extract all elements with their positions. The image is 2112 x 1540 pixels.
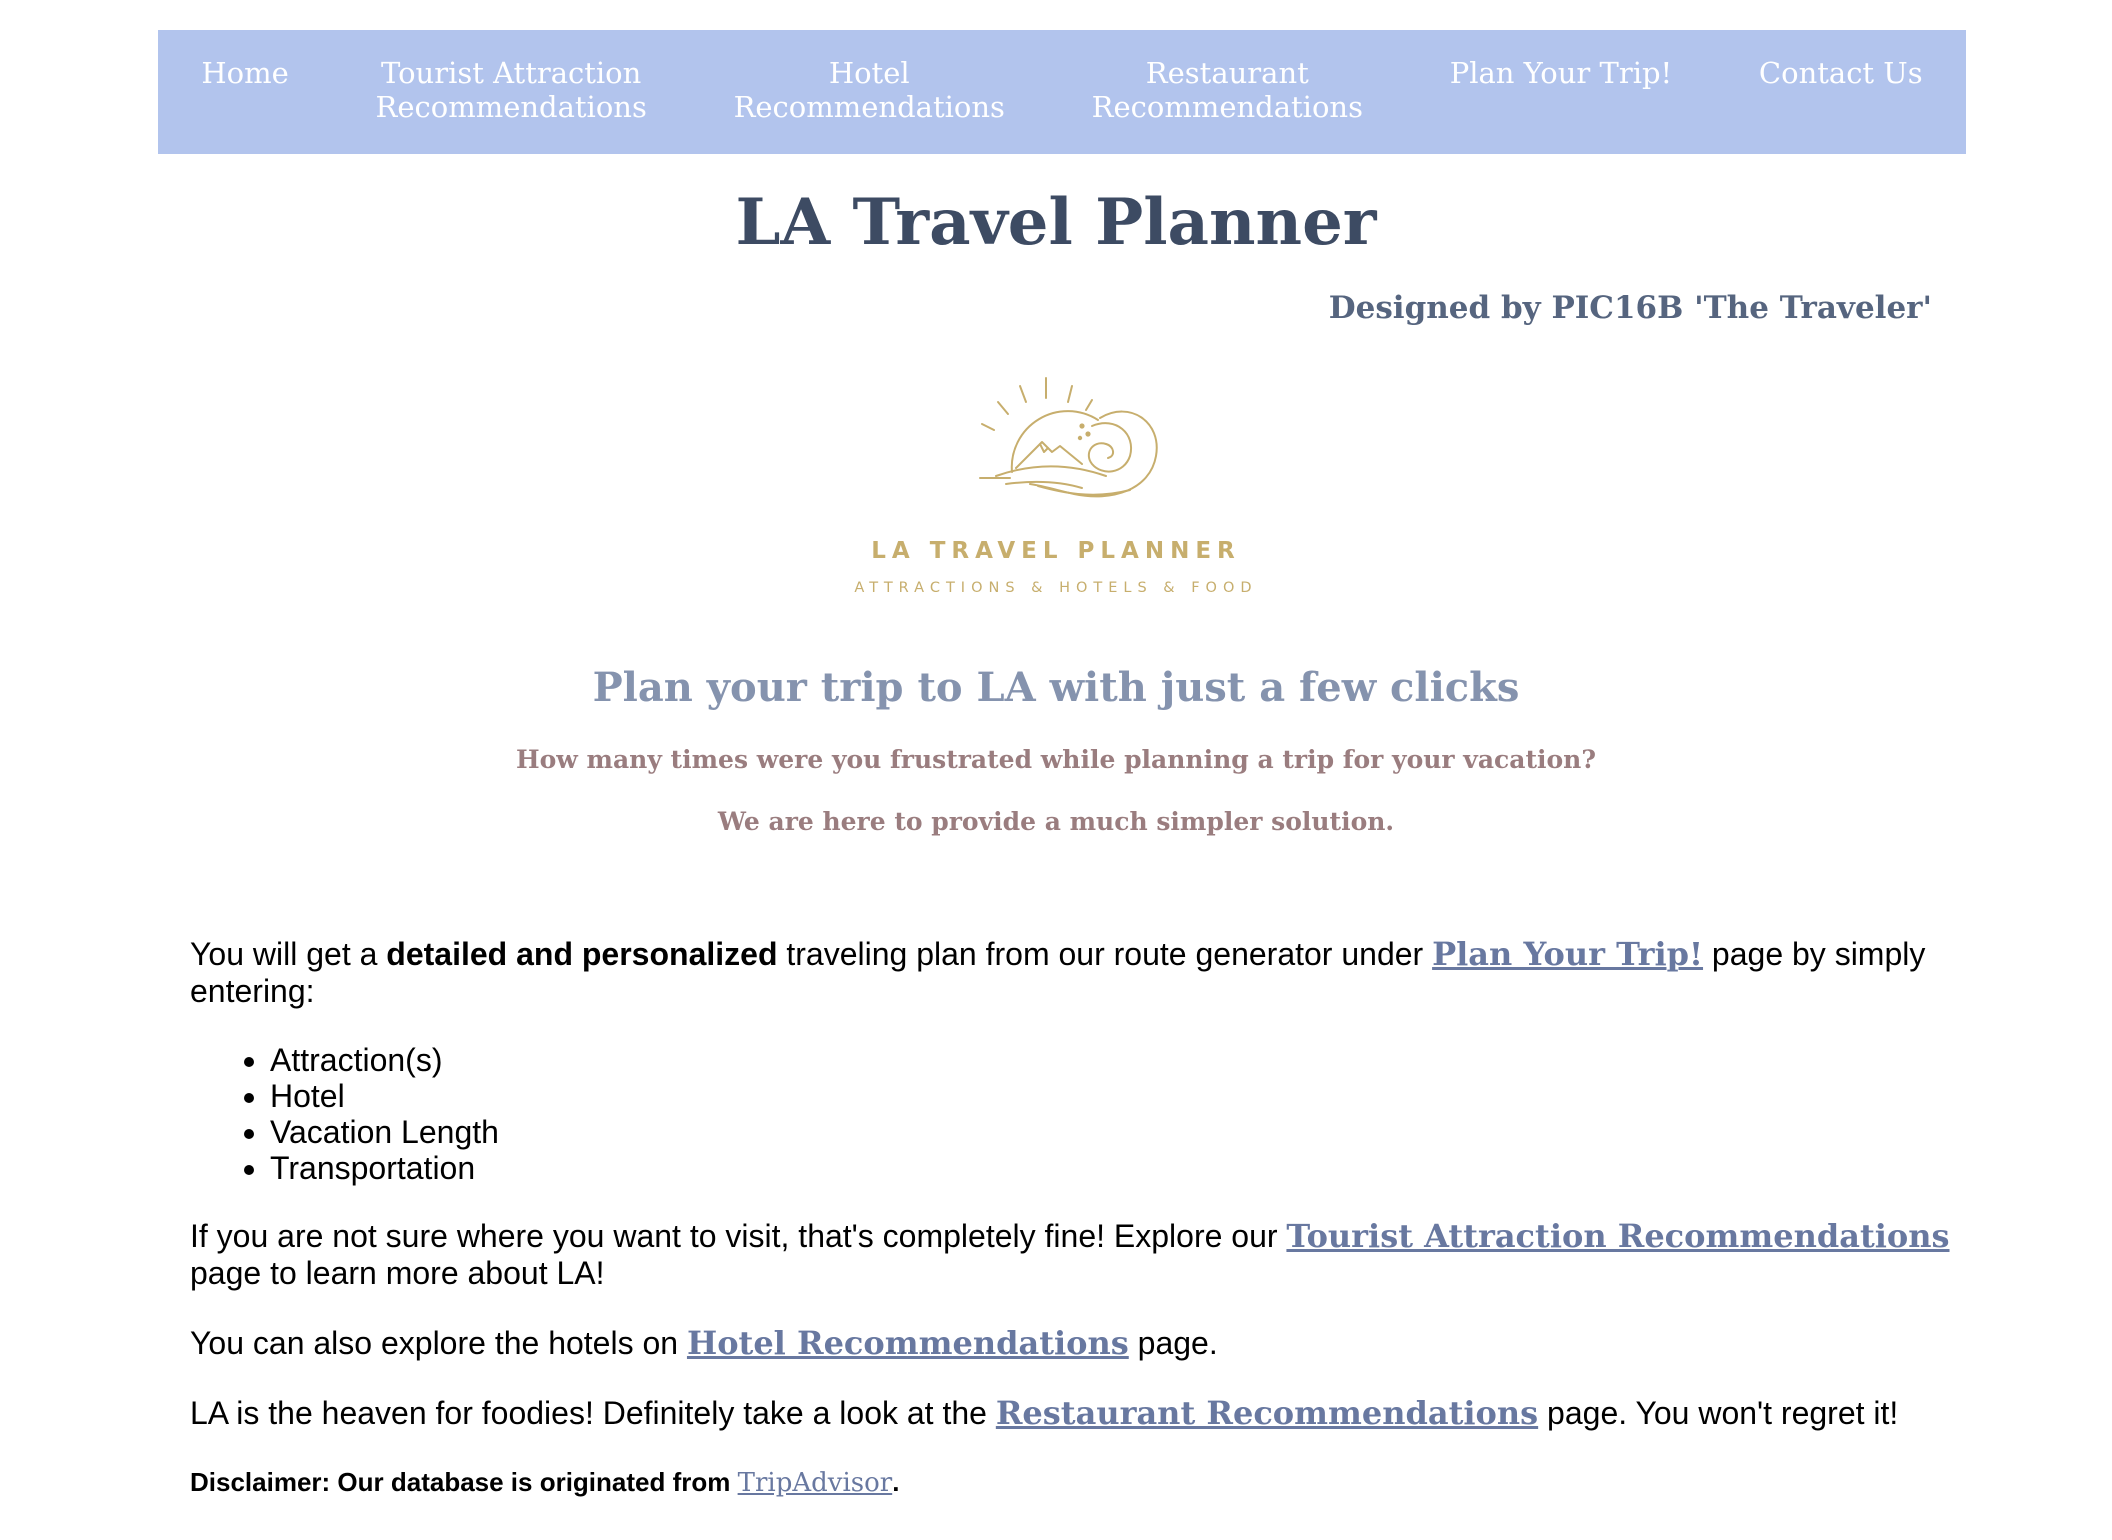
la-travel-planner-logo: LA TRAVEL PLANNER ATTRACTIONS & HOTELS &… (854, 377, 1257, 596)
main-content: You will get a detailed and personalized… (190, 936, 1950, 1500)
nav-hotel-recommendations[interactable]: Hotel Recommendations (734, 56, 1005, 124)
hero-answer: We are here to provide a much simpler so… (717, 807, 1395, 836)
attractions-text-suffix: page to learn more about LA! (190, 1255, 605, 1291)
attractions-text-prefix: If you are not sure where you want to vi… (190, 1218, 1287, 1254)
hotels-text-suffix: page. (1128, 1325, 1218, 1361)
disclaimer: Disclaimer: Our database is originated f… (190, 1465, 1950, 1500)
hotel-recommendations-link[interactable]: Hotel Recommendations (687, 1324, 1129, 1362)
attractions-paragraph: If you are not sure where you want to vi… (190, 1218, 1950, 1292)
designer-credit: Designed by PIC16B 'The Traveler' (1328, 290, 1932, 326)
intro-text-prefix: You will get a (190, 936, 387, 972)
page-title: LA Travel Planner (735, 185, 1377, 260)
tripadvisor-link[interactable]: TripAdvisor (738, 1468, 893, 1498)
tourist-attraction-recommendations-link[interactable]: Tourist Attraction Recommendations (1286, 1217, 1949, 1255)
nav-tourist-attraction-recommendations[interactable]: Tourist Attraction Recommendations (376, 56, 647, 124)
restaurant-recommendations-link[interactable]: Restaurant Recommendations (996, 1394, 1538, 1432)
logo-tagline: ATTRACTIONS & HOTELS & FOOD (854, 580, 1257, 596)
nav-contact-us[interactable]: Contact Us (1759, 56, 1923, 90)
restaurants-text-suffix: page. You won't regret it! (1538, 1395, 1899, 1431)
list-item: Hotel (270, 1078, 1950, 1114)
intro-paragraph: You will get a detailed and personalized… (190, 936, 1950, 1010)
list-item: Transportation (270, 1150, 1950, 1186)
restaurants-paragraph: LA is the heaven for foodies! Definitely… (190, 1395, 1950, 1432)
nav-home[interactable]: Home (201, 56, 288, 90)
top-navigation-bar: Home Tourist Attraction Recommendations … (158, 30, 1966, 154)
hero-tagline: Plan your trip to LA with just a few cli… (592, 664, 1520, 711)
hotels-paragraph: You can also explore the hotels on Hotel… (190, 1325, 1950, 1362)
nav-restaurant-recommendations[interactable]: Restaurant Recommendations (1092, 56, 1363, 124)
list-item: Vacation Length (270, 1114, 1950, 1150)
hotels-text-prefix: You can also explore the hotels on (190, 1325, 687, 1361)
input-list: Attraction(s) Hotel Vacation Length Tran… (190, 1042, 1950, 1186)
logo-name: LA TRAVEL PLANNER (871, 538, 1241, 564)
disclaimer-text-prefix: Disclaimer: Our database is originated f… (190, 1467, 738, 1497)
disclaimer-text-suffix: . (892, 1467, 900, 1497)
restaurants-text-prefix: LA is the heaven for foodies! Definitely… (190, 1395, 996, 1431)
list-item: Attraction(s) (270, 1042, 1950, 1078)
hero-question: How many times were you frustrated while… (515, 745, 1597, 774)
intro-bold-text: detailed and personalized (386, 936, 778, 972)
plan-your-trip-link[interactable]: Plan Your Trip! (1432, 935, 1703, 973)
intro-text-mid: traveling plan from our route generator … (777, 936, 1433, 972)
nav-plan-your-trip[interactable]: Plan Your Trip! (1450, 56, 1673, 90)
sun-mountain-wave-logo-icon (979, 377, 1158, 498)
